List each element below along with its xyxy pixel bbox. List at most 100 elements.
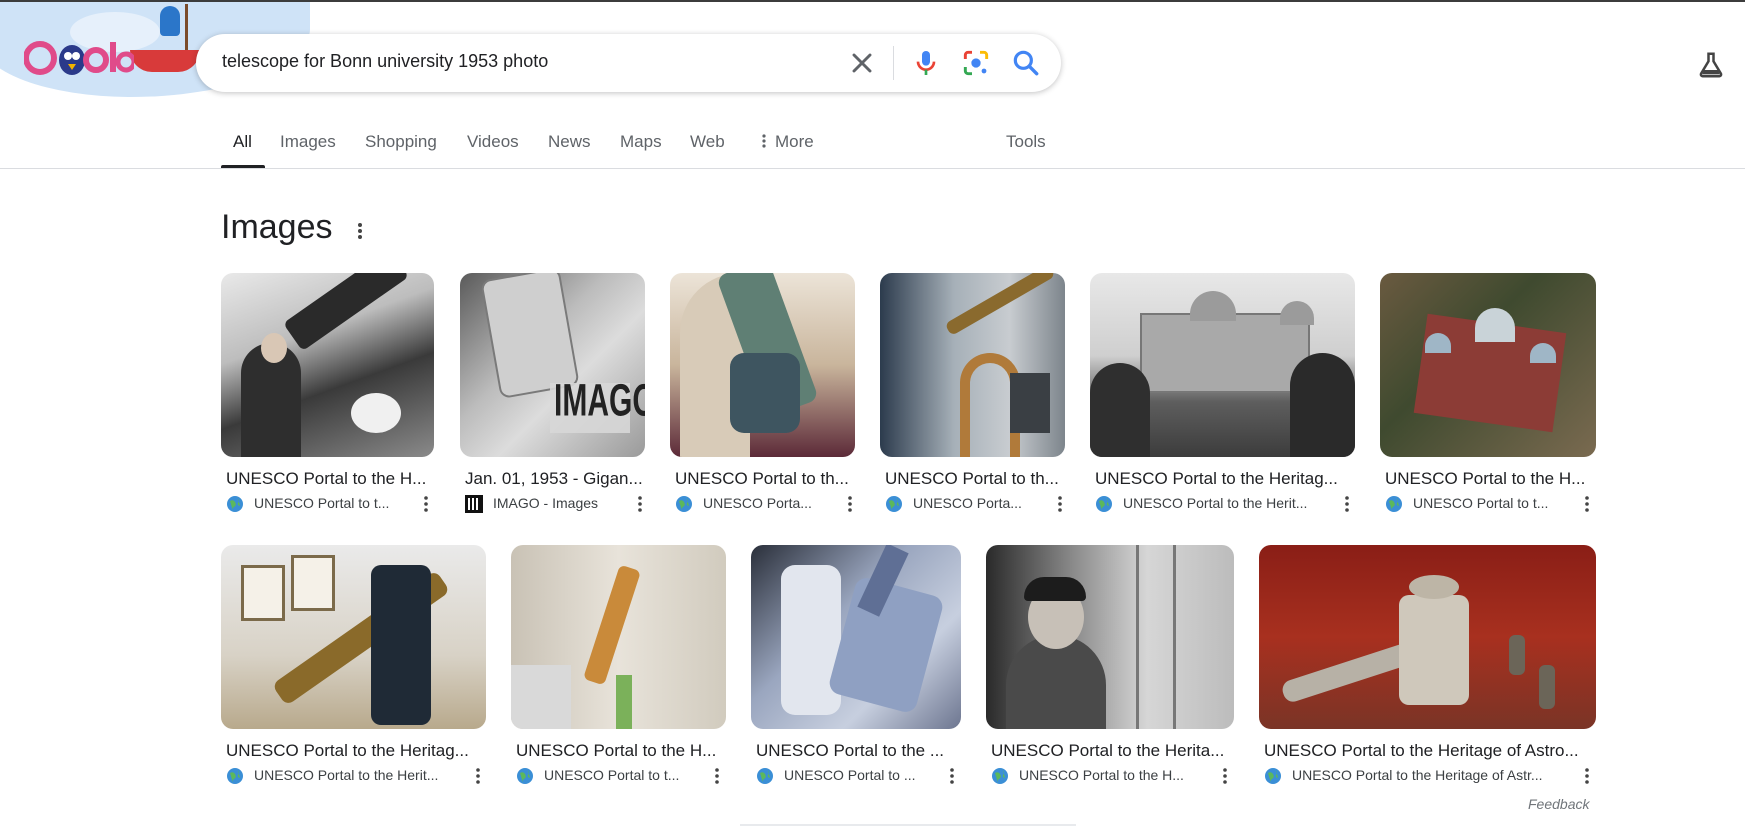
search-tabs: All Images Shopping Videos News Maps Web… — [221, 120, 1061, 168]
image-result[interactable]: UNESCO Portal to th... UNESCO Porta... — [880, 273, 1065, 518]
image-thumbnail[interactable] — [511, 545, 726, 729]
globe-icon — [1096, 496, 1112, 512]
image-thumbnail[interactable] — [1090, 273, 1355, 457]
image-source-text: UNESCO Portal to the H... — [1019, 767, 1184, 783]
globe-icon — [1265, 768, 1281, 784]
image-title[interactable]: UNESCO Portal to the Herita... — [991, 741, 1229, 761]
tab-news[interactable]: News — [548, 132, 591, 152]
image-source-text: UNESCO Portal to ... — [784, 767, 916, 783]
image-result[interactable]: UNESCO Portal to the H... UNESCO Portal … — [511, 545, 726, 790]
result-more-icon[interactable] — [1580, 494, 1594, 514]
image-source-text: UNESCO Portal to t... — [544, 767, 680, 783]
result-more-icon[interactable] — [1218, 766, 1232, 786]
google-wordmark-icon — [24, 41, 134, 75]
result-more-icon[interactable] — [633, 494, 647, 514]
result-more-icon[interactable] — [1580, 766, 1594, 786]
image-thumbnail[interactable] — [880, 273, 1065, 457]
image-title[interactable]: UNESCO Portal to the H... — [226, 469, 431, 489]
search-labs-icon[interactable] — [1696, 50, 1726, 80]
section-more-icon[interactable] — [352, 220, 368, 242]
image-thumbnail[interactable] — [751, 545, 961, 729]
result-more-icon[interactable] — [471, 766, 485, 786]
image-thumbnail[interactable] — [1259, 545, 1596, 729]
image-source[interactable]: UNESCO Portal to the Herit... — [226, 766, 456, 786]
image-source[interactable]: UNESCO Portal to the Herit... — [1095, 494, 1325, 514]
result-more-icon[interactable] — [843, 494, 857, 514]
image-result[interactable]: UNESCO Portal to the Heritage of Astro..… — [1259, 545, 1596, 790]
google-lens-icon[interactable] — [960, 47, 992, 79]
globe-icon — [517, 768, 533, 784]
result-more-icon[interactable] — [945, 766, 959, 786]
image-thumbnail[interactable] — [986, 545, 1234, 729]
more-vert-icon — [762, 134, 766, 148]
microphone-icon[interactable] — [910, 47, 942, 79]
search-icon[interactable] — [1010, 47, 1042, 79]
image-source[interactable]: UNESCO Portal to ... — [756, 766, 936, 786]
tools-button[interactable]: Tools — [1006, 132, 1046, 152]
globe-icon — [757, 768, 773, 784]
tab-web[interactable]: Web — [690, 132, 725, 152]
search-box[interactable]: telescope for Bonn university 1953 photo — [196, 34, 1061, 92]
globe-icon — [676, 496, 692, 512]
image-result[interactable]: UNESCO Portal to the ... UNESCO Portal t… — [751, 545, 961, 790]
feedback-link[interactable]: Feedback — [1528, 796, 1589, 812]
image-source-text: UNESCO Porta... — [913, 495, 1022, 511]
tab-more[interactable]: More — [759, 132, 814, 152]
image-result[interactable]: UNESCO Portal to the Heritag... UNESCO P… — [221, 545, 486, 790]
globe-icon — [1386, 496, 1402, 512]
image-thumbnail[interactable] — [221, 545, 486, 729]
image-title[interactable]: UNESCO Portal to the ... — [756, 741, 956, 761]
imago-watermark: IMAGO. — [554, 376, 645, 427]
image-source[interactable]: UNESCO Portal to t... — [516, 766, 706, 786]
tab-images[interactable]: Images — [280, 132, 336, 152]
image-title[interactable]: UNESCO Portal to the Heritag... — [226, 741, 481, 761]
image-result[interactable]: IMAGO. Jan. 01, 1953 - Gigan... IMAGO - … — [460, 273, 645, 518]
image-thumbnail[interactable]: IMAGO. — [460, 273, 645, 457]
result-more-icon[interactable] — [419, 494, 433, 514]
image-source[interactable]: UNESCO Portal to the Heritage of Astr... — [1264, 766, 1569, 786]
result-more-icon[interactable] — [710, 766, 724, 786]
image-title[interactable]: UNESCO Portal to the H... — [1385, 469, 1590, 489]
image-source-text: UNESCO Portal to the Herit... — [1123, 495, 1308, 511]
doodle-bird — [160, 6, 180, 36]
doodle-boat — [130, 50, 200, 72]
image-thumbnail[interactable] — [221, 273, 434, 457]
image-source[interactable]: UNESCO Portal to the H... — [991, 766, 1206, 786]
image-title[interactable]: UNESCO Portal to the Heritag... — [1095, 469, 1350, 489]
image-source[interactable]: UNESCO Porta... — [675, 494, 845, 514]
tab-all[interactable]: All — [233, 132, 252, 152]
globe-icon — [227, 496, 243, 512]
tab-shopping[interactable]: Shopping — [365, 132, 437, 152]
image-source[interactable]: IMAGO - Images — [465, 494, 635, 514]
result-more-icon[interactable] — [1340, 494, 1354, 514]
image-title[interactable]: UNESCO Portal to th... — [885, 469, 1065, 489]
globe-icon — [886, 496, 902, 512]
image-source[interactable]: UNESCO Porta... — [885, 494, 1055, 514]
result-more-icon[interactable] — [1053, 494, 1067, 514]
images-section-title: Images — [221, 208, 333, 246]
image-source-text: UNESCO Porta... — [703, 495, 812, 511]
image-title[interactable]: UNESCO Portal to the Heritage of Astro..… — [1264, 741, 1591, 761]
image-result[interactable]: UNESCO Portal to the H... UNESCO Portal … — [221, 273, 434, 518]
image-title[interactable]: Jan. 01, 1953 - Gigan... — [465, 469, 645, 489]
image-source-text: UNESCO Portal to t... — [254, 495, 390, 511]
imago-logo-icon — [465, 495, 483, 513]
clear-icon[interactable] — [846, 47, 878, 79]
image-source[interactable]: UNESCO Portal to t... — [1385, 494, 1575, 514]
tab-maps[interactable]: Maps — [620, 132, 662, 152]
search-input[interactable]: telescope for Bonn university 1953 photo — [222, 51, 548, 72]
image-result[interactable]: UNESCO Portal to the H... UNESCO Portal … — [1380, 273, 1596, 518]
tab-videos[interactable]: Videos — [467, 132, 519, 152]
image-title[interactable]: UNESCO Portal to the H... — [516, 741, 721, 761]
image-result[interactable]: UNESCO Portal to the Heritag... UNESCO P… — [1090, 273, 1355, 518]
tab-more-label: More — [775, 132, 814, 151]
image-result[interactable]: UNESCO Portal to the Herita... UNESCO Po… — [986, 545, 1234, 790]
image-source-text: UNESCO Portal to the Heritage of Astr... — [1292, 767, 1543, 783]
image-source[interactable]: UNESCO Portal to t... — [226, 494, 416, 514]
image-thumbnail[interactable] — [1380, 273, 1596, 457]
doodle-boat-mast — [185, 4, 188, 52]
image-result[interactable]: UNESCO Portal to th... UNESCO Porta... — [670, 273, 855, 518]
globe-icon — [992, 768, 1008, 784]
image-thumbnail[interactable] — [670, 273, 855, 457]
image-title[interactable]: UNESCO Portal to th... — [675, 469, 855, 489]
